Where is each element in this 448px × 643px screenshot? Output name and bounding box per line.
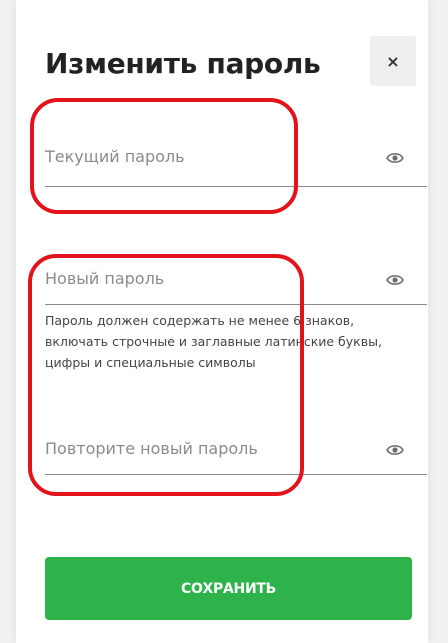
current-password-placeholder: Текущий пароль [45,147,185,166]
current-password-field[interactable]: Текущий пароль [45,144,427,187]
close-button[interactable]: × [370,36,416,86]
save-button-label: СОХРАНИТЬ [180,580,277,597]
eye-icon[interactable] [386,444,404,456]
eye-icon[interactable] [386,152,404,164]
repeat-password-placeholder: Повторите новый пароль [45,439,258,458]
password-requirements-hint: Пароль должен содержать не менее 6 знако… [45,313,382,370]
dialog-title: Изменить пароль [45,47,321,80]
eye-icon[interactable] [386,274,404,286]
save-button[interactable]: СОХРАНИТЬ [45,557,412,620]
close-icon: × [386,51,400,71]
new-password-placeholder: Новый пароль [45,269,165,288]
new-password-field[interactable]: Новый пароль [45,266,427,305]
repeat-password-field[interactable]: Повторите новый пароль [45,436,427,475]
change-password-dialog: Изменить пароль × Текущий пароль Новый п… [16,0,428,643]
